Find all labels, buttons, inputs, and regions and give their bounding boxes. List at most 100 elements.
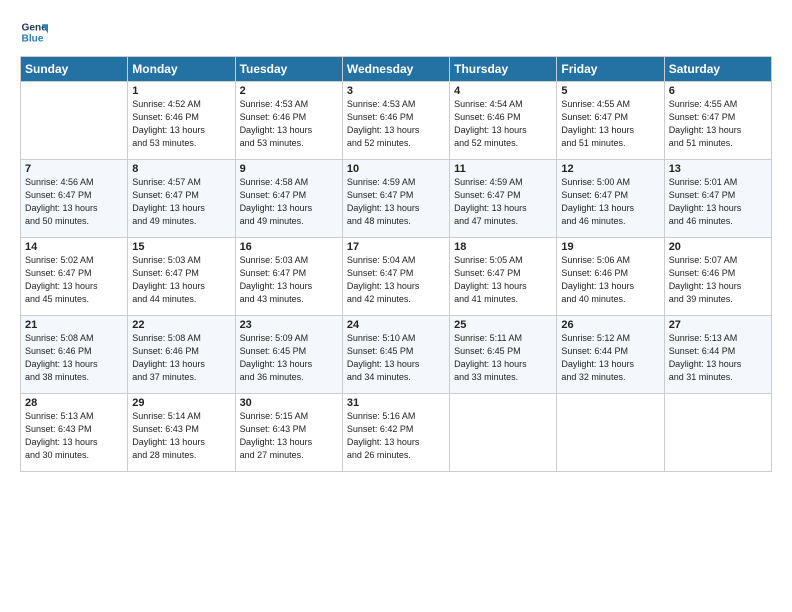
week-row-2: 7Sunrise: 4:56 AM Sunset: 6:47 PM Daylig… bbox=[21, 160, 772, 238]
day-info: Sunrise: 5:00 AM Sunset: 6:47 PM Dayligh… bbox=[561, 176, 659, 228]
day-cell: 9Sunrise: 4:58 AM Sunset: 6:47 PM Daylig… bbox=[235, 160, 342, 238]
day-number: 26 bbox=[561, 319, 659, 331]
day-cell bbox=[557, 394, 664, 472]
day-cell: 27Sunrise: 5:13 AM Sunset: 6:44 PM Dayli… bbox=[664, 316, 771, 394]
day-info: Sunrise: 5:04 AM Sunset: 6:47 PM Dayligh… bbox=[347, 254, 445, 306]
day-cell: 31Sunrise: 5:16 AM Sunset: 6:42 PM Dayli… bbox=[342, 394, 449, 472]
day-cell: 30Sunrise: 5:15 AM Sunset: 6:43 PM Dayli… bbox=[235, 394, 342, 472]
day-number: 16 bbox=[240, 241, 338, 253]
day-cell: 22Sunrise: 5:08 AM Sunset: 6:46 PM Dayli… bbox=[128, 316, 235, 394]
svg-text:Blue: Blue bbox=[22, 33, 44, 44]
day-number: 30 bbox=[240, 397, 338, 409]
day-info: Sunrise: 5:08 AM Sunset: 6:46 PM Dayligh… bbox=[132, 332, 230, 384]
day-cell: 15Sunrise: 5:03 AM Sunset: 6:47 PM Dayli… bbox=[128, 238, 235, 316]
day-number: 31 bbox=[347, 397, 445, 409]
day-number: 5 bbox=[561, 85, 659, 97]
day-info: Sunrise: 4:55 AM Sunset: 6:47 PM Dayligh… bbox=[561, 98, 659, 150]
day-info: Sunrise: 4:55 AM Sunset: 6:47 PM Dayligh… bbox=[669, 98, 767, 150]
day-info: Sunrise: 5:06 AM Sunset: 6:46 PM Dayligh… bbox=[561, 254, 659, 306]
day-cell: 26Sunrise: 5:12 AM Sunset: 6:44 PM Dayli… bbox=[557, 316, 664, 394]
day-cell: 23Sunrise: 5:09 AM Sunset: 6:45 PM Dayli… bbox=[235, 316, 342, 394]
day-number: 27 bbox=[669, 319, 767, 331]
weekday-wednesday: Wednesday bbox=[342, 57, 449, 82]
day-number: 6 bbox=[669, 85, 767, 97]
page-header: General Blue bbox=[20, 18, 772, 46]
weekday-thursday: Thursday bbox=[450, 57, 557, 82]
day-number: 3 bbox=[347, 85, 445, 97]
day-number: 14 bbox=[25, 241, 123, 253]
day-info: Sunrise: 4:53 AM Sunset: 6:46 PM Dayligh… bbox=[240, 98, 338, 150]
day-cell bbox=[21, 82, 128, 160]
day-cell: 1Sunrise: 4:52 AM Sunset: 6:46 PM Daylig… bbox=[128, 82, 235, 160]
day-cell: 18Sunrise: 5:05 AM Sunset: 6:47 PM Dayli… bbox=[450, 238, 557, 316]
day-info: Sunrise: 4:57 AM Sunset: 6:47 PM Dayligh… bbox=[132, 176, 230, 228]
day-number: 20 bbox=[669, 241, 767, 253]
week-row-5: 28Sunrise: 5:13 AM Sunset: 6:43 PM Dayli… bbox=[21, 394, 772, 472]
day-cell: 13Sunrise: 5:01 AM Sunset: 6:47 PM Dayli… bbox=[664, 160, 771, 238]
day-cell: 25Sunrise: 5:11 AM Sunset: 6:45 PM Dayli… bbox=[450, 316, 557, 394]
day-number: 15 bbox=[132, 241, 230, 253]
day-number: 18 bbox=[454, 241, 552, 253]
day-number: 19 bbox=[561, 241, 659, 253]
day-info: Sunrise: 5:13 AM Sunset: 6:43 PM Dayligh… bbox=[25, 410, 123, 462]
day-info: Sunrise: 5:10 AM Sunset: 6:45 PM Dayligh… bbox=[347, 332, 445, 384]
day-info: Sunrise: 5:08 AM Sunset: 6:46 PM Dayligh… bbox=[25, 332, 123, 384]
day-info: Sunrise: 4:59 AM Sunset: 6:47 PM Dayligh… bbox=[347, 176, 445, 228]
day-number: 29 bbox=[132, 397, 230, 409]
day-cell: 21Sunrise: 5:08 AM Sunset: 6:46 PM Dayli… bbox=[21, 316, 128, 394]
day-cell: 20Sunrise: 5:07 AM Sunset: 6:46 PM Dayli… bbox=[664, 238, 771, 316]
day-info: Sunrise: 4:56 AM Sunset: 6:47 PM Dayligh… bbox=[25, 176, 123, 228]
day-cell: 29Sunrise: 5:14 AM Sunset: 6:43 PM Dayli… bbox=[128, 394, 235, 472]
day-cell: 11Sunrise: 4:59 AM Sunset: 6:47 PM Dayli… bbox=[450, 160, 557, 238]
week-row-4: 21Sunrise: 5:08 AM Sunset: 6:46 PM Dayli… bbox=[21, 316, 772, 394]
day-number: 24 bbox=[347, 319, 445, 331]
day-info: Sunrise: 5:15 AM Sunset: 6:43 PM Dayligh… bbox=[240, 410, 338, 462]
day-number: 1 bbox=[132, 85, 230, 97]
day-cell: 17Sunrise: 5:04 AM Sunset: 6:47 PM Dayli… bbox=[342, 238, 449, 316]
day-number: 25 bbox=[454, 319, 552, 331]
day-cell: 6Sunrise: 4:55 AM Sunset: 6:47 PM Daylig… bbox=[664, 82, 771, 160]
day-number: 8 bbox=[132, 163, 230, 175]
weekday-friday: Friday bbox=[557, 57, 664, 82]
day-cell bbox=[664, 394, 771, 472]
day-cell: 2Sunrise: 4:53 AM Sunset: 6:46 PM Daylig… bbox=[235, 82, 342, 160]
day-info: Sunrise: 5:09 AM Sunset: 6:45 PM Dayligh… bbox=[240, 332, 338, 384]
day-number: 17 bbox=[347, 241, 445, 253]
day-cell bbox=[450, 394, 557, 472]
day-info: Sunrise: 4:52 AM Sunset: 6:46 PM Dayligh… bbox=[132, 98, 230, 150]
day-cell: 19Sunrise: 5:06 AM Sunset: 6:46 PM Dayli… bbox=[557, 238, 664, 316]
day-info: Sunrise: 4:54 AM Sunset: 6:46 PM Dayligh… bbox=[454, 98, 552, 150]
day-cell: 3Sunrise: 4:53 AM Sunset: 6:46 PM Daylig… bbox=[342, 82, 449, 160]
day-info: Sunrise: 5:05 AM Sunset: 6:47 PM Dayligh… bbox=[454, 254, 552, 306]
day-info: Sunrise: 5:03 AM Sunset: 6:47 PM Dayligh… bbox=[132, 254, 230, 306]
day-cell: 10Sunrise: 4:59 AM Sunset: 6:47 PM Dayli… bbox=[342, 160, 449, 238]
weekday-monday: Monday bbox=[128, 57, 235, 82]
day-info: Sunrise: 5:01 AM Sunset: 6:47 PM Dayligh… bbox=[669, 176, 767, 228]
weekday-tuesday: Tuesday bbox=[235, 57, 342, 82]
svg-text:General: General bbox=[22, 22, 48, 33]
day-info: Sunrise: 4:53 AM Sunset: 6:46 PM Dayligh… bbox=[347, 98, 445, 150]
day-number: 28 bbox=[25, 397, 123, 409]
logo-icon: General Blue bbox=[20, 18, 48, 46]
day-number: 22 bbox=[132, 319, 230, 331]
day-info: Sunrise: 5:03 AM Sunset: 6:47 PM Dayligh… bbox=[240, 254, 338, 306]
day-number: 21 bbox=[25, 319, 123, 331]
day-cell: 7Sunrise: 4:56 AM Sunset: 6:47 PM Daylig… bbox=[21, 160, 128, 238]
day-info: Sunrise: 5:12 AM Sunset: 6:44 PM Dayligh… bbox=[561, 332, 659, 384]
day-number: 12 bbox=[561, 163, 659, 175]
day-cell: 4Sunrise: 4:54 AM Sunset: 6:46 PM Daylig… bbox=[450, 82, 557, 160]
day-cell: 5Sunrise: 4:55 AM Sunset: 6:47 PM Daylig… bbox=[557, 82, 664, 160]
day-number: 7 bbox=[25, 163, 123, 175]
day-cell: 12Sunrise: 5:00 AM Sunset: 6:47 PM Dayli… bbox=[557, 160, 664, 238]
week-row-3: 14Sunrise: 5:02 AM Sunset: 6:47 PM Dayli… bbox=[21, 238, 772, 316]
day-info: Sunrise: 5:16 AM Sunset: 6:42 PM Dayligh… bbox=[347, 410, 445, 462]
day-cell: 14Sunrise: 5:02 AM Sunset: 6:47 PM Dayli… bbox=[21, 238, 128, 316]
day-number: 2 bbox=[240, 85, 338, 97]
day-number: 10 bbox=[347, 163, 445, 175]
day-number: 13 bbox=[669, 163, 767, 175]
day-number: 11 bbox=[454, 163, 552, 175]
day-info: Sunrise: 5:11 AM Sunset: 6:45 PM Dayligh… bbox=[454, 332, 552, 384]
day-cell: 8Sunrise: 4:57 AM Sunset: 6:47 PM Daylig… bbox=[128, 160, 235, 238]
day-cell: 16Sunrise: 5:03 AM Sunset: 6:47 PM Dayli… bbox=[235, 238, 342, 316]
day-info: Sunrise: 5:07 AM Sunset: 6:46 PM Dayligh… bbox=[669, 254, 767, 306]
